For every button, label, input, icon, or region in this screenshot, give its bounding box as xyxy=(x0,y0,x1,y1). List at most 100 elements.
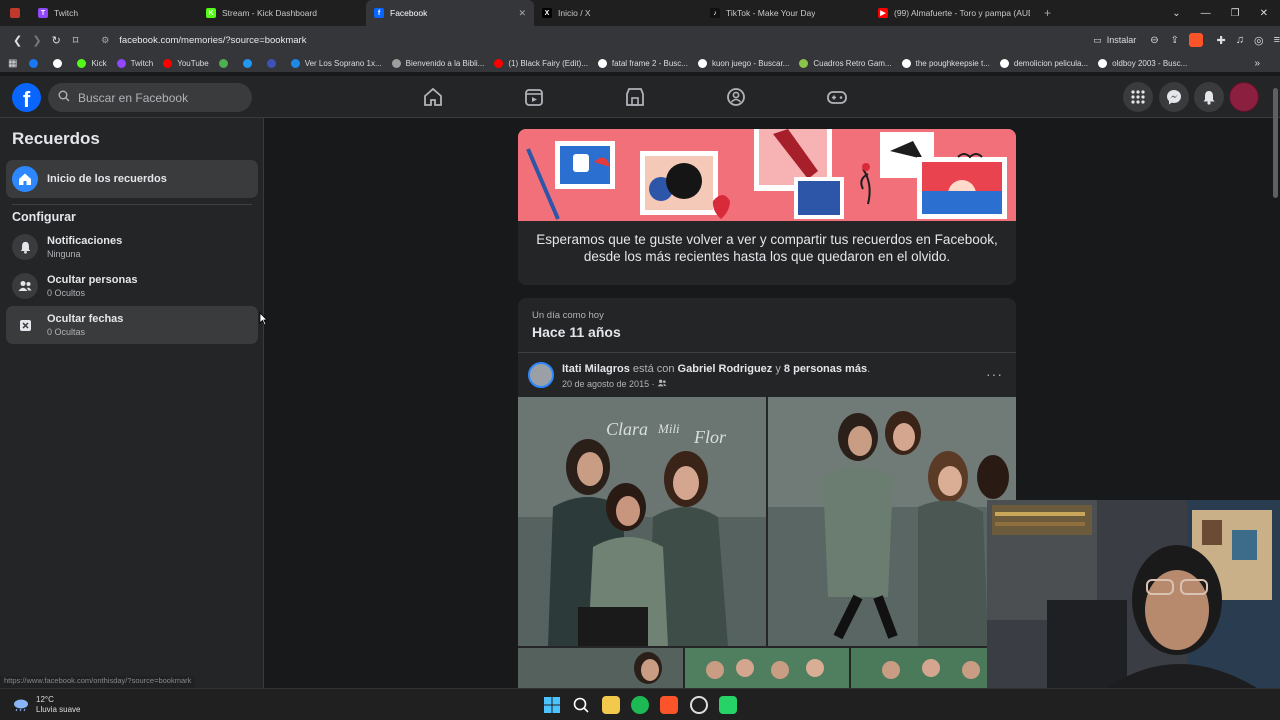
file-explorer-icon[interactable] xyxy=(602,696,620,714)
post-options-button[interactable]: ··· xyxy=(986,366,1003,382)
browser-tab[interactable]: ▶ (99) Almafuerte - Toro y pampa (AUD xyxy=(870,0,1038,26)
bookmark-item[interactable] xyxy=(266,58,281,68)
music-icon[interactable]: ♫ xyxy=(1236,34,1244,46)
share-icon[interactable]: ⇪ xyxy=(1171,35,1179,46)
profile-avatar[interactable] xyxy=(1229,82,1259,112)
post-tagged-link[interactable]: Gabriel Rodriguez xyxy=(678,363,773,375)
memories-illustration xyxy=(518,129,1016,221)
bookmark-label: Cuadros Retro Gam... xyxy=(813,58,892,68)
bookmark-item[interactable]: the poughkeepsie t... xyxy=(901,58,990,68)
maximize-button[interactable]: ❐ xyxy=(1231,8,1240,19)
spotify-icon[interactable] xyxy=(631,696,649,714)
sidebar-item-memories-home[interactable]: Inicio de los recuerdos xyxy=(6,160,258,198)
banner-message: Esperamos que te guste volver a ver y co… xyxy=(536,232,998,264)
bookmark-item[interactable]: Ver Los Soprano 1x... xyxy=(290,58,382,68)
bookmark-label: Ver Los Soprano 1x... xyxy=(304,58,382,68)
browser-tab[interactable]: ♪ TikTok - Make Your Day xyxy=(702,0,870,26)
search-icon[interactable] xyxy=(572,696,590,714)
windows-start-icon[interactable] xyxy=(543,696,561,714)
site-info-icon[interactable]: ⚙ xyxy=(101,35,109,46)
post-period: . xyxy=(867,363,871,375)
obs-icon[interactable] xyxy=(690,696,708,714)
people-icon xyxy=(12,273,38,299)
minimize-button[interactable]: — xyxy=(1201,8,1211,19)
tab-favicon-icon: T xyxy=(38,8,48,18)
extensions-icon[interactable]: ✚ xyxy=(1217,34,1226,47)
bookmark-favicon-icon xyxy=(116,58,126,68)
install-button[interactable]: ▭ Instalar xyxy=(1093,35,1136,46)
more-bookmarks-icon[interactable]: » xyxy=(1254,58,1260,69)
page-scrollbar[interactable] xyxy=(1273,88,1278,198)
browser-tab[interactable]: f Facebook ✕ xyxy=(366,0,534,26)
post-author-avatar[interactable] xyxy=(528,362,554,388)
close-window-button[interactable]: ✕ xyxy=(1260,8,1268,19)
search-input[interactable]: Buscar en Facebook xyxy=(48,83,252,112)
bookmark-item[interactable] xyxy=(242,58,257,68)
post-photo[interactable]: Clara Mili Flor xyxy=(518,397,766,646)
bookmark-label: fatal frame 2 - Busc... xyxy=(611,58,688,68)
tab-close-icon[interactable]: ✕ xyxy=(518,8,526,19)
sidebar-item-sublabel: 0 Ocultos xyxy=(47,288,86,298)
post-photo[interactable] xyxy=(518,648,683,688)
sidebar-item-notifications[interactable]: Notificaciones Ninguna xyxy=(6,228,258,266)
browser-tab[interactable]: K Stream - Kick Dashboard xyxy=(198,0,366,26)
url-field[interactable]: ⚙ facebook.com/memories/?source=bookmark xyxy=(93,29,1083,51)
sidebar-item-sublabel: 0 Ocultas xyxy=(47,327,86,337)
browser-tab[interactable]: T Twitch xyxy=(30,0,198,26)
marketplace-icon[interactable] xyxy=(624,86,646,108)
new-tab-button[interactable]: + xyxy=(1044,6,1051,20)
bookmark-item[interactable] xyxy=(218,58,233,68)
menu-icon[interactable]: ≡ xyxy=(1274,34,1280,46)
bookmark-icon[interactable]: ⌑ xyxy=(66,34,85,47)
bookmark-item[interactable]: Twitch xyxy=(116,58,153,68)
bookmark-favicon-icon xyxy=(799,58,809,68)
video-icon[interactable] xyxy=(523,86,545,108)
bookmark-item[interactable] xyxy=(29,58,43,68)
reload-icon[interactable]: ↻ xyxy=(47,34,66,47)
facebook-logo[interactable]: f xyxy=(12,83,41,112)
brave-shield-icon[interactable] xyxy=(1189,33,1203,47)
bookmark-item[interactable]: kuon juego - Buscar... xyxy=(697,58,789,68)
zoom-icon[interactable]: ⊖ xyxy=(1150,35,1158,46)
forward-icon[interactable]: ❯ xyxy=(27,34,46,47)
bookmark-item[interactable]: Bienvenido a la Bibli... xyxy=(391,58,484,68)
bookmark-item[interactable]: YouTube xyxy=(163,58,209,68)
post-others-link[interactable]: 8 personas más xyxy=(784,363,867,375)
bookmark-label: demolicion pelicula... xyxy=(1013,58,1089,68)
bookmark-item[interactable]: demolicion pelicula... xyxy=(999,58,1089,68)
memory-title: Hace 11 años xyxy=(532,324,621,340)
post-photo[interactable] xyxy=(768,397,1016,646)
tab-favicon-icon: f xyxy=(374,8,384,18)
notifications-icon[interactable] xyxy=(1194,82,1224,112)
apps-grid-icon[interactable]: ▦ xyxy=(8,58,17,69)
whatsapp-icon[interactable] xyxy=(719,696,737,714)
bookmark-item[interactable]: (1) Black Fairy (Edit)... xyxy=(494,58,588,68)
install-icon: ▭ xyxy=(1093,34,1102,45)
bookmark-item[interactable]: oldboy 2003 - Busc... xyxy=(1098,58,1187,68)
back-icon[interactable]: ❮ xyxy=(8,34,27,47)
tab-label: Inicio / X xyxy=(558,8,591,18)
home-icon[interactable] xyxy=(422,86,444,108)
browser-tab[interactable]: X Inicio / X xyxy=(534,0,702,26)
gaming-icon[interactable] xyxy=(826,86,848,108)
bookmark-item[interactable]: Kick xyxy=(77,58,107,68)
vpn-icon[interactable]: ◎ xyxy=(1254,34,1264,47)
bookmark-item[interactable] xyxy=(53,58,67,68)
bookmark-item[interactable]: Cuadros Retro Gam... xyxy=(799,58,892,68)
bookmark-item[interactable]: fatal frame 2 - Busc... xyxy=(597,58,688,68)
post-date[interactable]: 20 de agosto de 2015 · xyxy=(562,379,667,389)
post-photo[interactable] xyxy=(685,648,849,688)
sidebar-item-hide-dates[interactable]: Ocultar fechas 0 Ocultas xyxy=(6,306,258,344)
audience-friends-icon xyxy=(657,379,667,387)
rain-cloud-icon xyxy=(14,699,28,712)
messenger-icon[interactable] xyxy=(1159,82,1189,112)
post-author-link[interactable]: Itati Milagros xyxy=(562,363,630,375)
sidebar-item-hide-people[interactable]: Ocultar personas 0 Ocultos xyxy=(6,267,258,305)
browser-menu-icon[interactable] xyxy=(0,0,30,26)
tab-search-icon[interactable]: ⌄ xyxy=(1172,8,1180,19)
menu-grid-icon[interactable] xyxy=(1123,82,1153,112)
weather-description: Lluvia suave xyxy=(36,705,81,714)
weather-widget[interactable]: 12°C Lluvia suave xyxy=(12,695,80,715)
brave-browser-icon[interactable] xyxy=(660,696,678,714)
groups-icon[interactable] xyxy=(725,86,747,108)
